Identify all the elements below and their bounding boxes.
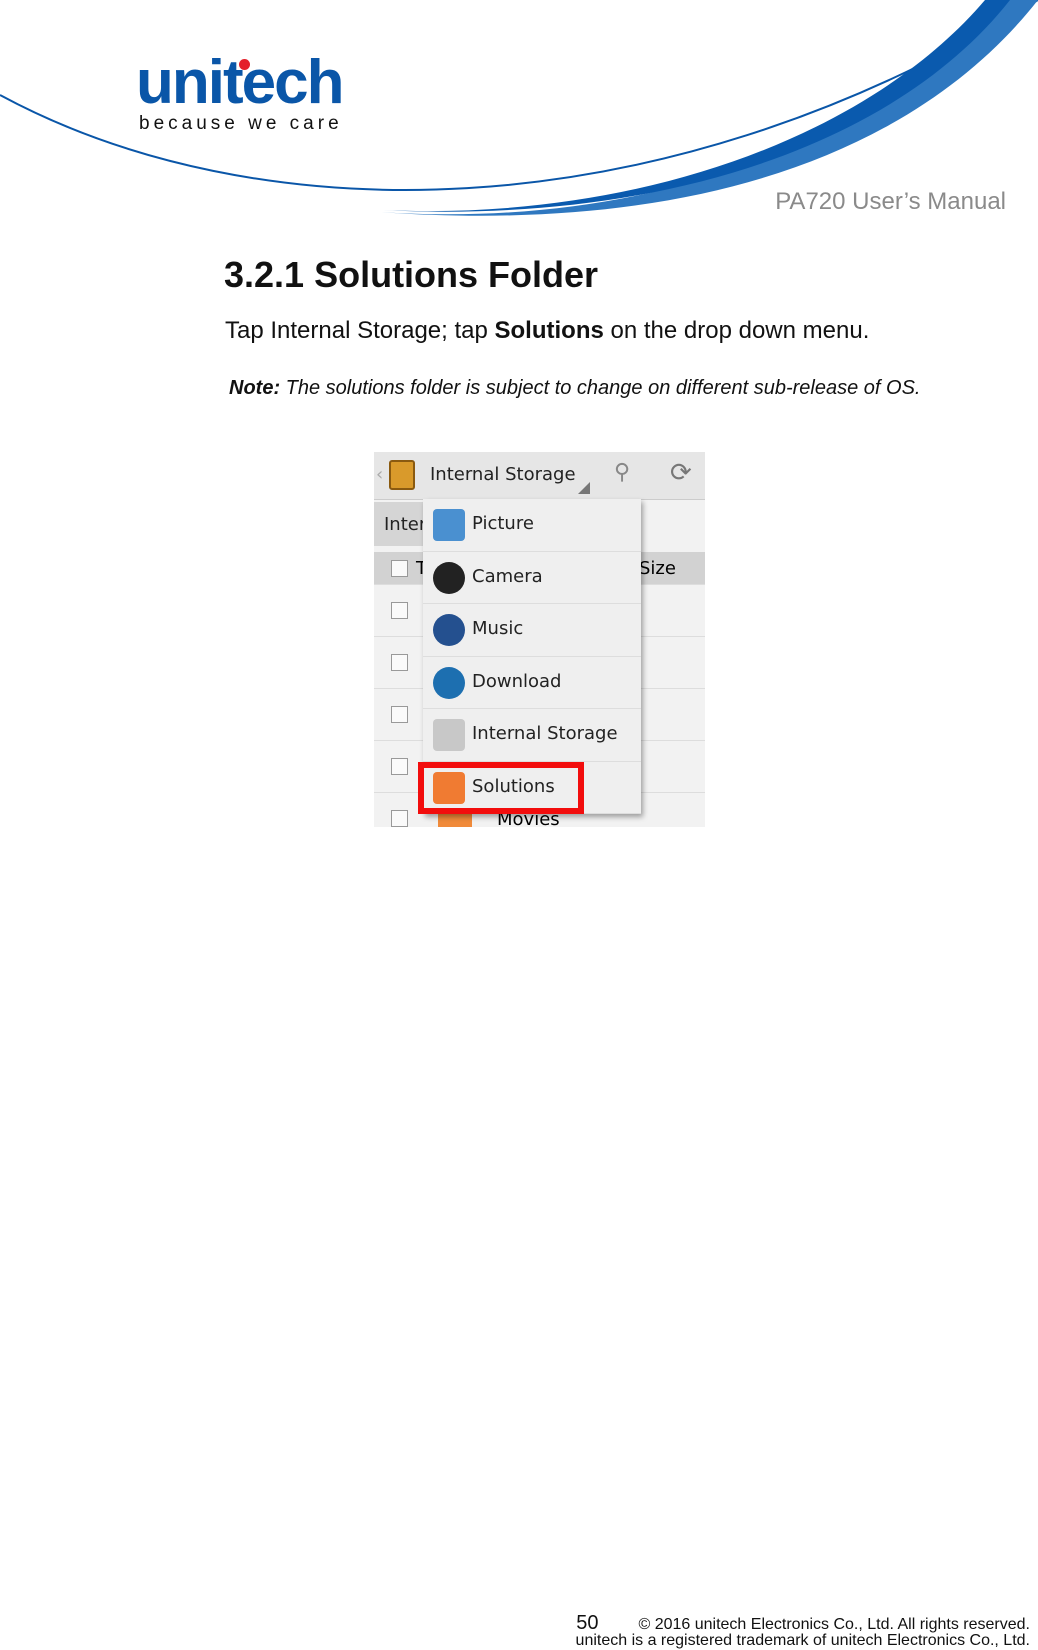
row-checkbox[interactable] [391,758,408,775]
select-all-checkbox[interactable] [391,560,408,577]
back-chevron-icon[interactable]: ‹ [376,464,383,485]
toolbar: ‹ Internal Storage ⚲ ⟳ [374,452,705,500]
menu-item-label: Internal Storage [472,723,618,744]
app-screenshot: ‹ Internal Storage ⚲ ⟳ Inter T Size Movi… [374,452,705,827]
logo-dot [239,59,250,70]
highlight-box [418,762,584,814]
menu-item-camera[interactable]: Camera [423,552,641,604]
page-number: 50 [576,1612,599,1634]
row-checkbox[interactable] [391,654,408,671]
picture-icon [433,509,465,541]
note-text: The solutions folder is subject to chang… [280,377,921,399]
music-icon [433,614,465,646]
note-label: Note: [229,377,281,399]
menu-item-music[interactable]: Music [423,604,641,657]
storage-dropdown[interactable]: Internal Storage [430,464,576,485]
menu-item-label: Download [472,670,562,692]
menu-item-label: Music [472,618,524,639]
row-checkbox[interactable] [391,810,408,827]
path-label: Inter [384,514,427,535]
logo-tagline: because we care [139,113,343,134]
globe-download-icon [433,666,465,699]
column-size[interactable]: Size [639,558,676,579]
menu-item-label: Picture [472,513,534,534]
instruction-bold: Solutions [494,317,604,344]
camera-icon [433,561,465,594]
trademark: unitech is a registered trademark of uni… [575,1632,1030,1649]
menu-item-label: Camera [472,565,543,587]
cabinet-icon [389,460,415,490]
menu-item-internal-storage[interactable]: Internal Storage [423,709,641,762]
instruction: Tap Internal Storage; tap Solutions on t… [225,317,869,345]
copyright: © 2016 unitech Electronics Co., Ltd. All… [638,1616,1030,1633]
refresh-icon[interactable]: ⟳ [670,458,692,488]
note: Note: The solutions folder is subject to… [229,377,920,400]
row-checkbox[interactable] [391,602,408,619]
drive-icon [433,719,465,751]
section-title: 3.2.1 Solutions Folder [224,254,599,295]
dropdown-triangle-icon [578,482,590,494]
manual-title: PA720 User’s Manual [775,188,1006,215]
instruction-text: Tap Internal Storage; tap [225,317,495,344]
search-icon[interactable]: ⚲ [614,460,630,485]
menu-item-download[interactable]: Download [423,657,641,709]
row-checkbox[interactable] [391,706,408,723]
menu-item-picture[interactable]: Picture [423,499,641,552]
instruction-text-end: on the drop down menu. [603,317,870,344]
